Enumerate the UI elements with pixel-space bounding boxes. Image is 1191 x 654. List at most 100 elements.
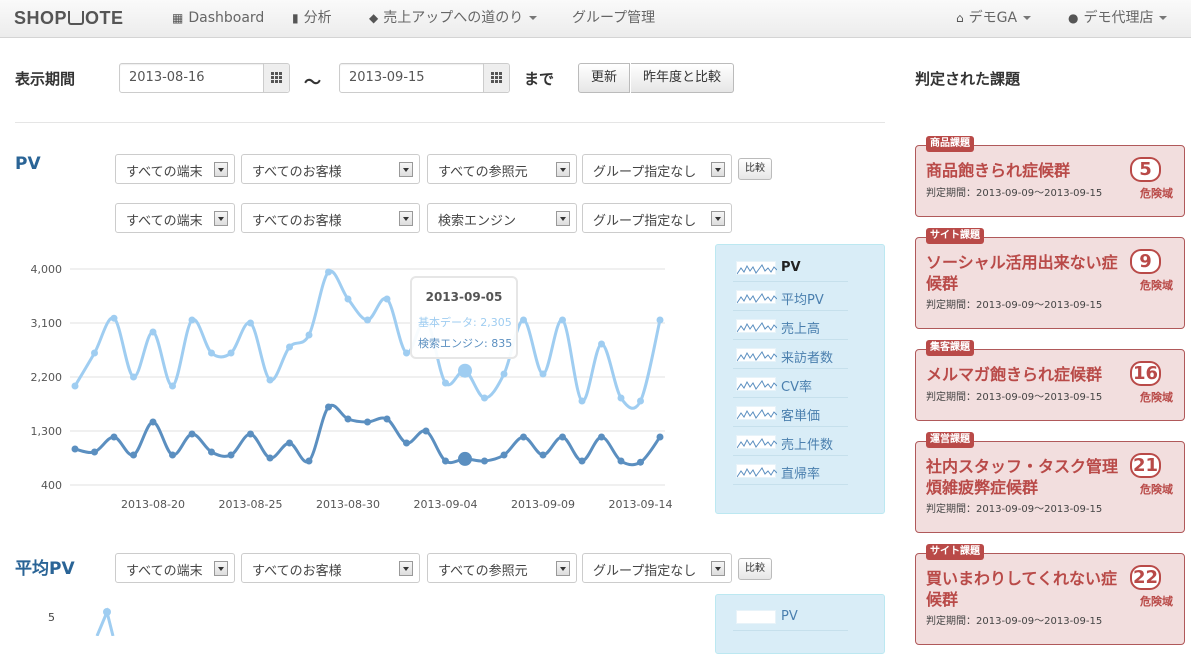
data-point xyxy=(637,458,644,466)
issue-score-badge: 21 xyxy=(1132,455,1159,476)
data-point xyxy=(188,316,196,324)
group-select-2[interactable]: グループ指定なし xyxy=(582,203,732,233)
x-tick-label: 2013-08-25 xyxy=(219,498,283,511)
y-tick-label: 400 xyxy=(41,479,62,492)
legend-item[interactable]: PV xyxy=(733,254,848,282)
legend-item[interactable]: 売上件数 xyxy=(733,428,848,456)
issue-card[interactable]: 商品課題 商品飽きられ症候群 判定期間：2013-09-09～2013-09-15 5… xyxy=(915,136,1185,217)
data-point xyxy=(188,430,196,438)
data-point xyxy=(169,382,176,390)
data-point xyxy=(617,394,625,402)
referrer-select[interactable]: すべての参照元 xyxy=(427,154,577,184)
data-point xyxy=(344,295,352,303)
legend-item[interactable]: 客単価 xyxy=(733,399,848,427)
group-select[interactable]: グループ指定なし xyxy=(582,154,732,184)
legend-label: 売上件数 xyxy=(781,438,834,453)
data-point xyxy=(458,451,472,466)
legend-label: PV xyxy=(781,260,801,275)
pv-section-title: PV xyxy=(15,154,41,174)
date-from-input[interactable]: 2013-08-16 xyxy=(119,63,290,93)
issue-period: 判定期間：2013-09-09～2013-09-15 xyxy=(926,392,1103,403)
legend-item-pv[interactable]: PV xyxy=(733,603,848,631)
data-point xyxy=(559,433,566,441)
select-value: すべてのお客様 xyxy=(252,564,342,579)
customer-select[interactable]: すべてのお客様 xyxy=(241,154,420,184)
data-point xyxy=(598,340,605,348)
avg-pv-chart-peek xyxy=(95,607,115,636)
tooltip-date: 2013-09-05 xyxy=(425,290,503,304)
issue-card[interactable]: サイト課題 買いまわりしてくれない症候群 判定期間：2013-09-09～2013-… xyxy=(915,544,1185,645)
issue-name[interactable]: ソーシャル活用出来ない症候群 xyxy=(926,252,1126,294)
legend-item[interactable]: 直帰率 xyxy=(733,457,848,485)
brand-left: SHOP xyxy=(14,8,68,28)
issue-name[interactable]: 買いまわりしてくれない症候群 xyxy=(926,568,1126,610)
data-point xyxy=(110,314,118,322)
brand-logo[interactable]: SHOP OTE xyxy=(14,8,124,29)
chevron-down-icon xyxy=(214,211,228,226)
referrer-select-3[interactable]: すべての参照元 xyxy=(427,553,577,583)
navbar: SHOP OTE ▦ Dashboard ▮ 分析 ◆ 売上アップへの道のり グループ管… xyxy=(0,0,1191,38)
issue-category-badge: 集客課題 xyxy=(926,340,974,356)
nav-dashboard[interactable]: ▦ Dashboard xyxy=(172,0,264,38)
referrer-select-2[interactable]: 検索エンジン xyxy=(427,203,577,233)
data-point xyxy=(71,382,79,390)
data-point xyxy=(383,415,391,423)
issue-name[interactable]: メルマガ飽きられ症候群 xyxy=(926,364,1126,385)
select-value: すべての参照元 xyxy=(438,165,528,180)
issue-score-badge: 5 xyxy=(1132,159,1159,180)
data-point xyxy=(305,331,313,339)
compare-last-year-button[interactable]: 昨年度と比較 xyxy=(631,63,735,93)
calendar-icon[interactable] xyxy=(483,64,509,92)
customer-select-2[interactable]: すべてのお客様 xyxy=(241,203,420,233)
device-select-3[interactable]: すべての端末 xyxy=(115,553,235,583)
data-point xyxy=(208,448,215,456)
nav-road-label: 売上アップへの道のり xyxy=(383,10,524,26)
sparkline-icon xyxy=(736,319,778,333)
device-select[interactable]: すべての端末 xyxy=(115,154,235,184)
legend-item[interactable]: 平均PV xyxy=(733,283,848,311)
device-select-2[interactable]: すべての端末 xyxy=(115,203,235,233)
nav-road[interactable]: ◆ 売上アップへの道のり xyxy=(369,0,538,38)
nav-analysis[interactable]: ▮ 分析 xyxy=(292,0,332,38)
nav-group[interactable]: グループ管理 xyxy=(572,0,655,38)
issue-name[interactable]: 社内スタッフ・タスク管理煩雑疲弊症候群 xyxy=(926,456,1126,498)
data-point xyxy=(481,457,488,465)
x-tick-label: 2013-09-14 xyxy=(609,498,673,511)
chevron-down-icon xyxy=(399,211,413,226)
compare-button[interactable]: 比較 xyxy=(738,158,772,180)
issue-period: 判定期間：2013-09-09～2013-09-15 xyxy=(926,300,1103,311)
legend-item[interactable]: CV率 xyxy=(733,370,848,398)
legend-item[interactable]: 売上高 xyxy=(733,312,848,340)
data-point xyxy=(422,427,430,435)
nav-group-label: グループ管理 xyxy=(572,10,656,26)
legend-label: CV率 xyxy=(781,380,812,395)
nav-account[interactable]: ⌂ デモGA xyxy=(956,0,1032,38)
calendar-icon[interactable] xyxy=(263,64,289,92)
chevron-down-icon xyxy=(214,162,228,177)
data-point xyxy=(539,370,547,378)
compare-button-2[interactable]: 比較 xyxy=(738,558,772,580)
pv-chart: 4,000 3,100 2,200 1,300 400 2013-08-20 2013-08… xyxy=(15,250,675,530)
legend-label: PV xyxy=(781,609,798,624)
issue-card[interactable]: 運営課題 社内スタッフ・タスク管理煩雑疲弊症候群 判定期間：2013-09-09～2… xyxy=(915,432,1185,533)
data-point xyxy=(598,433,605,441)
issue-level: 危険域 xyxy=(1140,279,1173,292)
series-line xyxy=(73,269,662,410)
legend-item[interactable]: 来訪者数 xyxy=(733,341,848,369)
issue-name[interactable]: 商品飽きられ症候群 xyxy=(926,160,1126,181)
nav-agency[interactable]: ● デモ代理店 xyxy=(1068,0,1168,38)
date-to-value: 2013-09-15 xyxy=(349,70,425,85)
customer-select-3[interactable]: すべてのお客様 xyxy=(241,553,420,583)
refresh-button[interactable]: 更新 xyxy=(578,63,631,93)
data-point xyxy=(520,433,527,441)
tilde: 〜 xyxy=(304,73,321,93)
group-select-3[interactable]: グループ指定なし xyxy=(582,553,732,583)
issue-card[interactable]: サイト課題 ソーシャル活用出来ない症候群 判定期間：2013-09-09～2013-… xyxy=(915,228,1185,329)
issue-card[interactable]: 集客課題メルマガ飽きられ症候群判定期間：2013-09-09～2013-09-1… xyxy=(915,340,1185,421)
data-point xyxy=(71,445,79,453)
data-point xyxy=(91,349,98,357)
issue-period: 判定期間：2013-09-09～2013-09-15 xyxy=(926,188,1103,199)
sparkline-icon xyxy=(736,610,776,624)
x-tick-label: 2013-09-09 xyxy=(511,498,575,511)
date-to-input[interactable]: 2013-09-15 xyxy=(339,63,510,93)
